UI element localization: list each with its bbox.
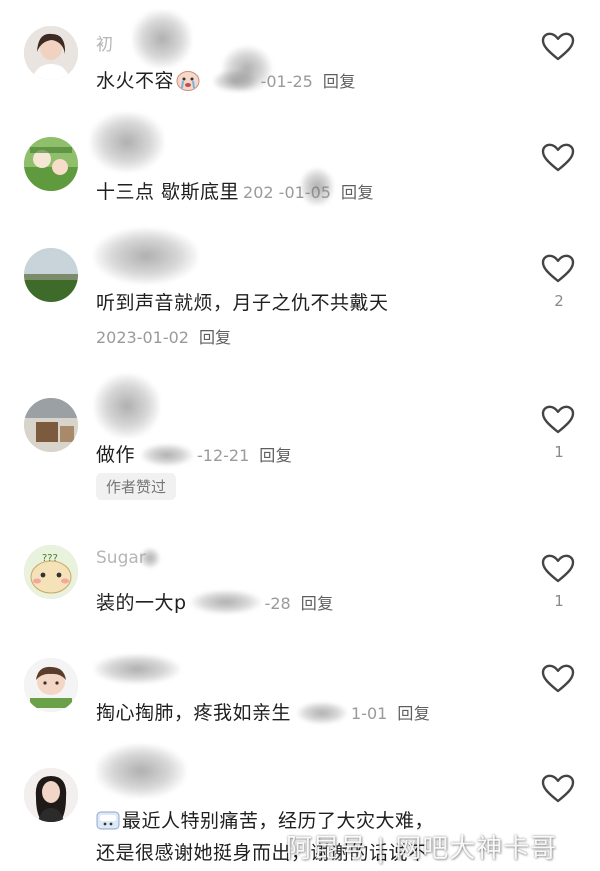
date-blur xyxy=(297,702,348,724)
avatar[interactable] xyxy=(24,248,78,302)
comment-text: 做作 xyxy=(96,444,136,466)
username-blur xyxy=(90,112,164,172)
avatar[interactable] xyxy=(24,26,78,80)
reply-button[interactable]: 回复 xyxy=(323,72,356,91)
comment-text-line: 掏心掏肺，疼我如亲生 1-01 回复 xyxy=(96,698,430,725)
heart-outline-icon[interactable] xyxy=(541,32,575,62)
watermark: 阿昆号 | 网吧大神卡哥 xyxy=(286,834,558,864)
reply-button[interactable]: 回复 xyxy=(301,594,334,613)
like-count: 2 xyxy=(554,292,564,310)
comment-text-line: 装的一大p -28 回复 xyxy=(96,588,334,615)
heart-outline-icon[interactable] xyxy=(541,254,575,284)
comment-text: 装的一大p xyxy=(96,592,187,614)
reply-button[interactable]: 回复 xyxy=(259,446,292,465)
reply-button[interactable]: 回复 xyxy=(341,183,374,202)
username-blur xyxy=(94,374,160,438)
comment-date: 1-01 xyxy=(351,704,388,723)
username-blur xyxy=(132,10,192,68)
comment-text: 听到声音就烦，月子之仇不共戴天 xyxy=(96,292,389,314)
username[interactable]: Sugar xyxy=(96,548,146,568)
like-count: 1 xyxy=(554,443,564,461)
username-blur xyxy=(140,548,160,568)
username-blur xyxy=(96,744,186,798)
comment-meta: 2023-01-02 回复 xyxy=(96,324,231,348)
author-liked-badge: 作者赞过 xyxy=(96,473,177,500)
crying-face-emoji-icon xyxy=(176,69,200,91)
reply-button[interactable]: 回复 xyxy=(397,704,430,723)
like-count: 1 xyxy=(554,592,564,610)
comment-date: -12-21 xyxy=(197,446,250,465)
heart-outline-icon[interactable] xyxy=(541,774,575,804)
heart-outline-icon[interactable] xyxy=(541,143,575,173)
heart-outline-icon[interactable] xyxy=(541,664,575,694)
comment-text: 十三点 歇斯底里 xyxy=(96,181,240,203)
avatar[interactable] xyxy=(24,768,78,822)
comment-date: 2023-01-02 xyxy=(96,328,189,347)
comment-text-line: 做作 -12-21 回复 xyxy=(96,440,292,467)
username-blur xyxy=(94,654,180,684)
comment-text: 水火不容 xyxy=(96,70,175,92)
avatar[interactable] xyxy=(24,658,78,712)
date-blur xyxy=(300,168,334,206)
date-blur xyxy=(141,444,194,466)
heart-outline-icon[interactable] xyxy=(541,554,575,584)
date-blur xyxy=(222,46,272,92)
comment-date: -28 xyxy=(264,594,291,613)
sticker-emoji-icon xyxy=(96,809,120,831)
avatar[interactable] xyxy=(24,398,78,452)
svg-text:???: ??? xyxy=(42,553,58,564)
heart-outline-icon[interactable] xyxy=(541,405,575,435)
avatar[interactable] xyxy=(24,137,78,191)
date-blur xyxy=(190,590,261,614)
avatar[interactable]: ??? xyxy=(24,545,78,599)
comment-text: 掏心掏肺，疼我如亲生 xyxy=(96,702,292,724)
reply-button[interactable]: 回复 xyxy=(199,328,231,347)
username[interactable]: 初 xyxy=(96,30,113,55)
username-blur xyxy=(94,228,198,284)
